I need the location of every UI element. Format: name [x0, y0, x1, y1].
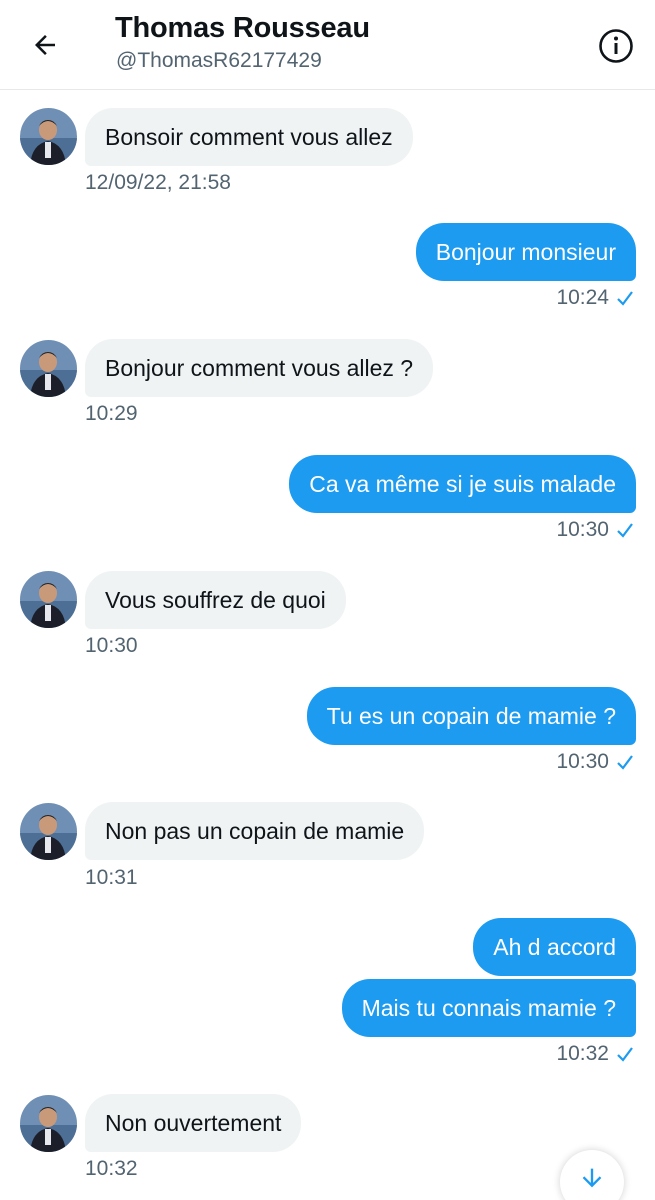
info-circle-icon [599, 29, 633, 63]
avatar[interactable] [20, 340, 77, 397]
contact-handle[interactable]: @ThomasR62177429 [116, 49, 322, 73]
message-bubble-incoming[interactable]: Vous souffrez de quoi [85, 571, 346, 629]
message-status: 10:24 [556, 286, 635, 310]
message-bubble-outgoing[interactable]: Tu es un copain de mamie ? [306, 687, 636, 745]
message-bubble-outgoing[interactable]: Bonjour monsieur [415, 223, 636, 281]
check-icon [617, 523, 633, 538]
back-button[interactable] [22, 22, 68, 68]
message-bubble-outgoing[interactable]: Ah d accord [473, 918, 636, 976]
scroll-to-bottom-button[interactable] [560, 1150, 624, 1200]
avatar[interactable] [20, 1095, 77, 1152]
info-button[interactable] [594, 24, 638, 68]
message-timestamp: 10:24 [556, 286, 609, 309]
avatar[interactable] [20, 571, 77, 628]
message-status: 10:30 [556, 518, 635, 542]
message-timestamp: 10:32 [85, 1157, 138, 1180]
message-bubble-outgoing[interactable]: Ca va même si je suis malade [289, 455, 636, 513]
message-bubble-incoming[interactable]: Non pas un copain de mamie [85, 802, 425, 860]
conversation-header: Thomas Rousseau @ThomasR62177429 [0, 0, 655, 90]
arrow-down-icon [582, 1168, 602, 1188]
message-timestamp: 12/09/22, 21:58 [85, 171, 231, 194]
message-bubble-incoming[interactable]: Bonjour comment vous allez ? [85, 339, 434, 397]
message-bubble-incoming[interactable]: Bonsoir comment vous allez [85, 108, 413, 166]
check-icon [617, 1047, 633, 1062]
message-bubble-outgoing[interactable]: Mais tu connais mamie ? [341, 979, 636, 1037]
message-timestamp: 10:30 [85, 634, 138, 657]
message-timestamp: 10:32 [556, 1042, 609, 1065]
message-status: 10:30 [556, 750, 635, 774]
message-timestamp: 10:29 [85, 402, 138, 425]
arrow-left-icon [35, 35, 55, 55]
message-bubble-incoming[interactable]: Non ouvertement [85, 1094, 302, 1152]
message-status: 10:32 [556, 1042, 635, 1066]
contact-name[interactable]: Thomas Rousseau [115, 12, 370, 45]
message-timestamp: 10:31 [85, 866, 138, 889]
check-icon [617, 291, 633, 306]
avatar[interactable] [20, 108, 77, 165]
check-icon [617, 755, 633, 770]
message-timestamp: 10:30 [556, 518, 609, 541]
message-timestamp: 10:30 [556, 750, 609, 773]
avatar[interactable] [20, 803, 77, 860]
